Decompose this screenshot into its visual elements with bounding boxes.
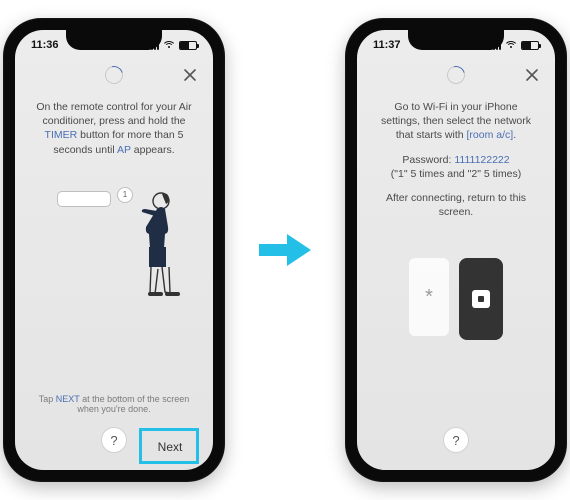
next-button[interactable]: Next (143, 432, 197, 462)
close-button[interactable] (523, 66, 541, 84)
phone-left: 11:36 On the remote control for your Air (3, 18, 225, 482)
close-button[interactable] (181, 66, 199, 84)
password-hint: ("1" 5 times and "2" 5 times) (391, 168, 521, 180)
status-indicators (489, 41, 539, 50)
status-bar: 11:36 (15, 30, 213, 58)
help-button[interactable]: ? (443, 427, 469, 453)
progress-spinner-icon (444, 63, 469, 88)
app-body: Go to Wi-Fi in your iPhone settings, the… (357, 92, 555, 470)
status-time: 11:37 (373, 39, 401, 51)
highlight-network: [room a/c] (467, 129, 514, 141)
app-body: On the remote control for your Air condi… (15, 92, 213, 470)
cellular-icon (489, 41, 501, 50)
after-connect-note: After connecting, return to this screen. (373, 191, 539, 229)
progress-spinner-icon (102, 63, 127, 88)
highlight-ap: AP (117, 144, 131, 156)
battery-icon (179, 41, 197, 50)
highlight-next: NEXT (56, 394, 80, 404)
phone-right: 11:37 Go to Wi-Fi in your iPhone setting (345, 18, 567, 482)
phone-right-screen: 11:37 Go to Wi-Fi in your iPhone setting (357, 30, 555, 470)
highlight-timer: TIMER (45, 129, 78, 141)
settings-tile-icon (472, 290, 490, 308)
tap-next-note: Tap NEXT at the bottom of the screen whe… (31, 390, 197, 418)
app-footer: ? (373, 418, 539, 462)
wifi-icon (505, 41, 517, 50)
close-icon (525, 68, 539, 82)
app-footer: ? Next (31, 418, 197, 462)
phone-left-screen: 11:36 On the remote control for your Air (15, 30, 213, 470)
wifi-icon (163, 41, 175, 50)
app-header (357, 58, 555, 92)
instruction-text: Go to Wi-Fi in your iPhone settings, the… (373, 96, 539, 153)
cellular-icon (147, 41, 159, 50)
close-icon (183, 68, 197, 82)
password-value: 1111122222 (454, 154, 509, 166)
instruction-text: On the remote control for your Air condi… (31, 96, 197, 167)
illustration: * (373, 229, 539, 369)
asterisk-icon: * (425, 286, 433, 309)
status-indicators (147, 41, 197, 50)
status-bar: 11:37 (357, 30, 555, 58)
wifi-card: * (409, 258, 449, 336)
help-button[interactable]: ? (101, 427, 127, 453)
password-line: Password: 1111122222 ("1" 5 times and "2… (373, 153, 539, 191)
ac-unit-icon (57, 191, 111, 207)
status-time: 11:36 (31, 39, 59, 51)
app-header (15, 58, 213, 92)
arrow-icon (255, 228, 315, 272)
illustration: 1 (31, 167, 197, 307)
battery-icon (521, 41, 539, 50)
person-icon (127, 185, 187, 303)
settings-card (459, 258, 503, 340)
